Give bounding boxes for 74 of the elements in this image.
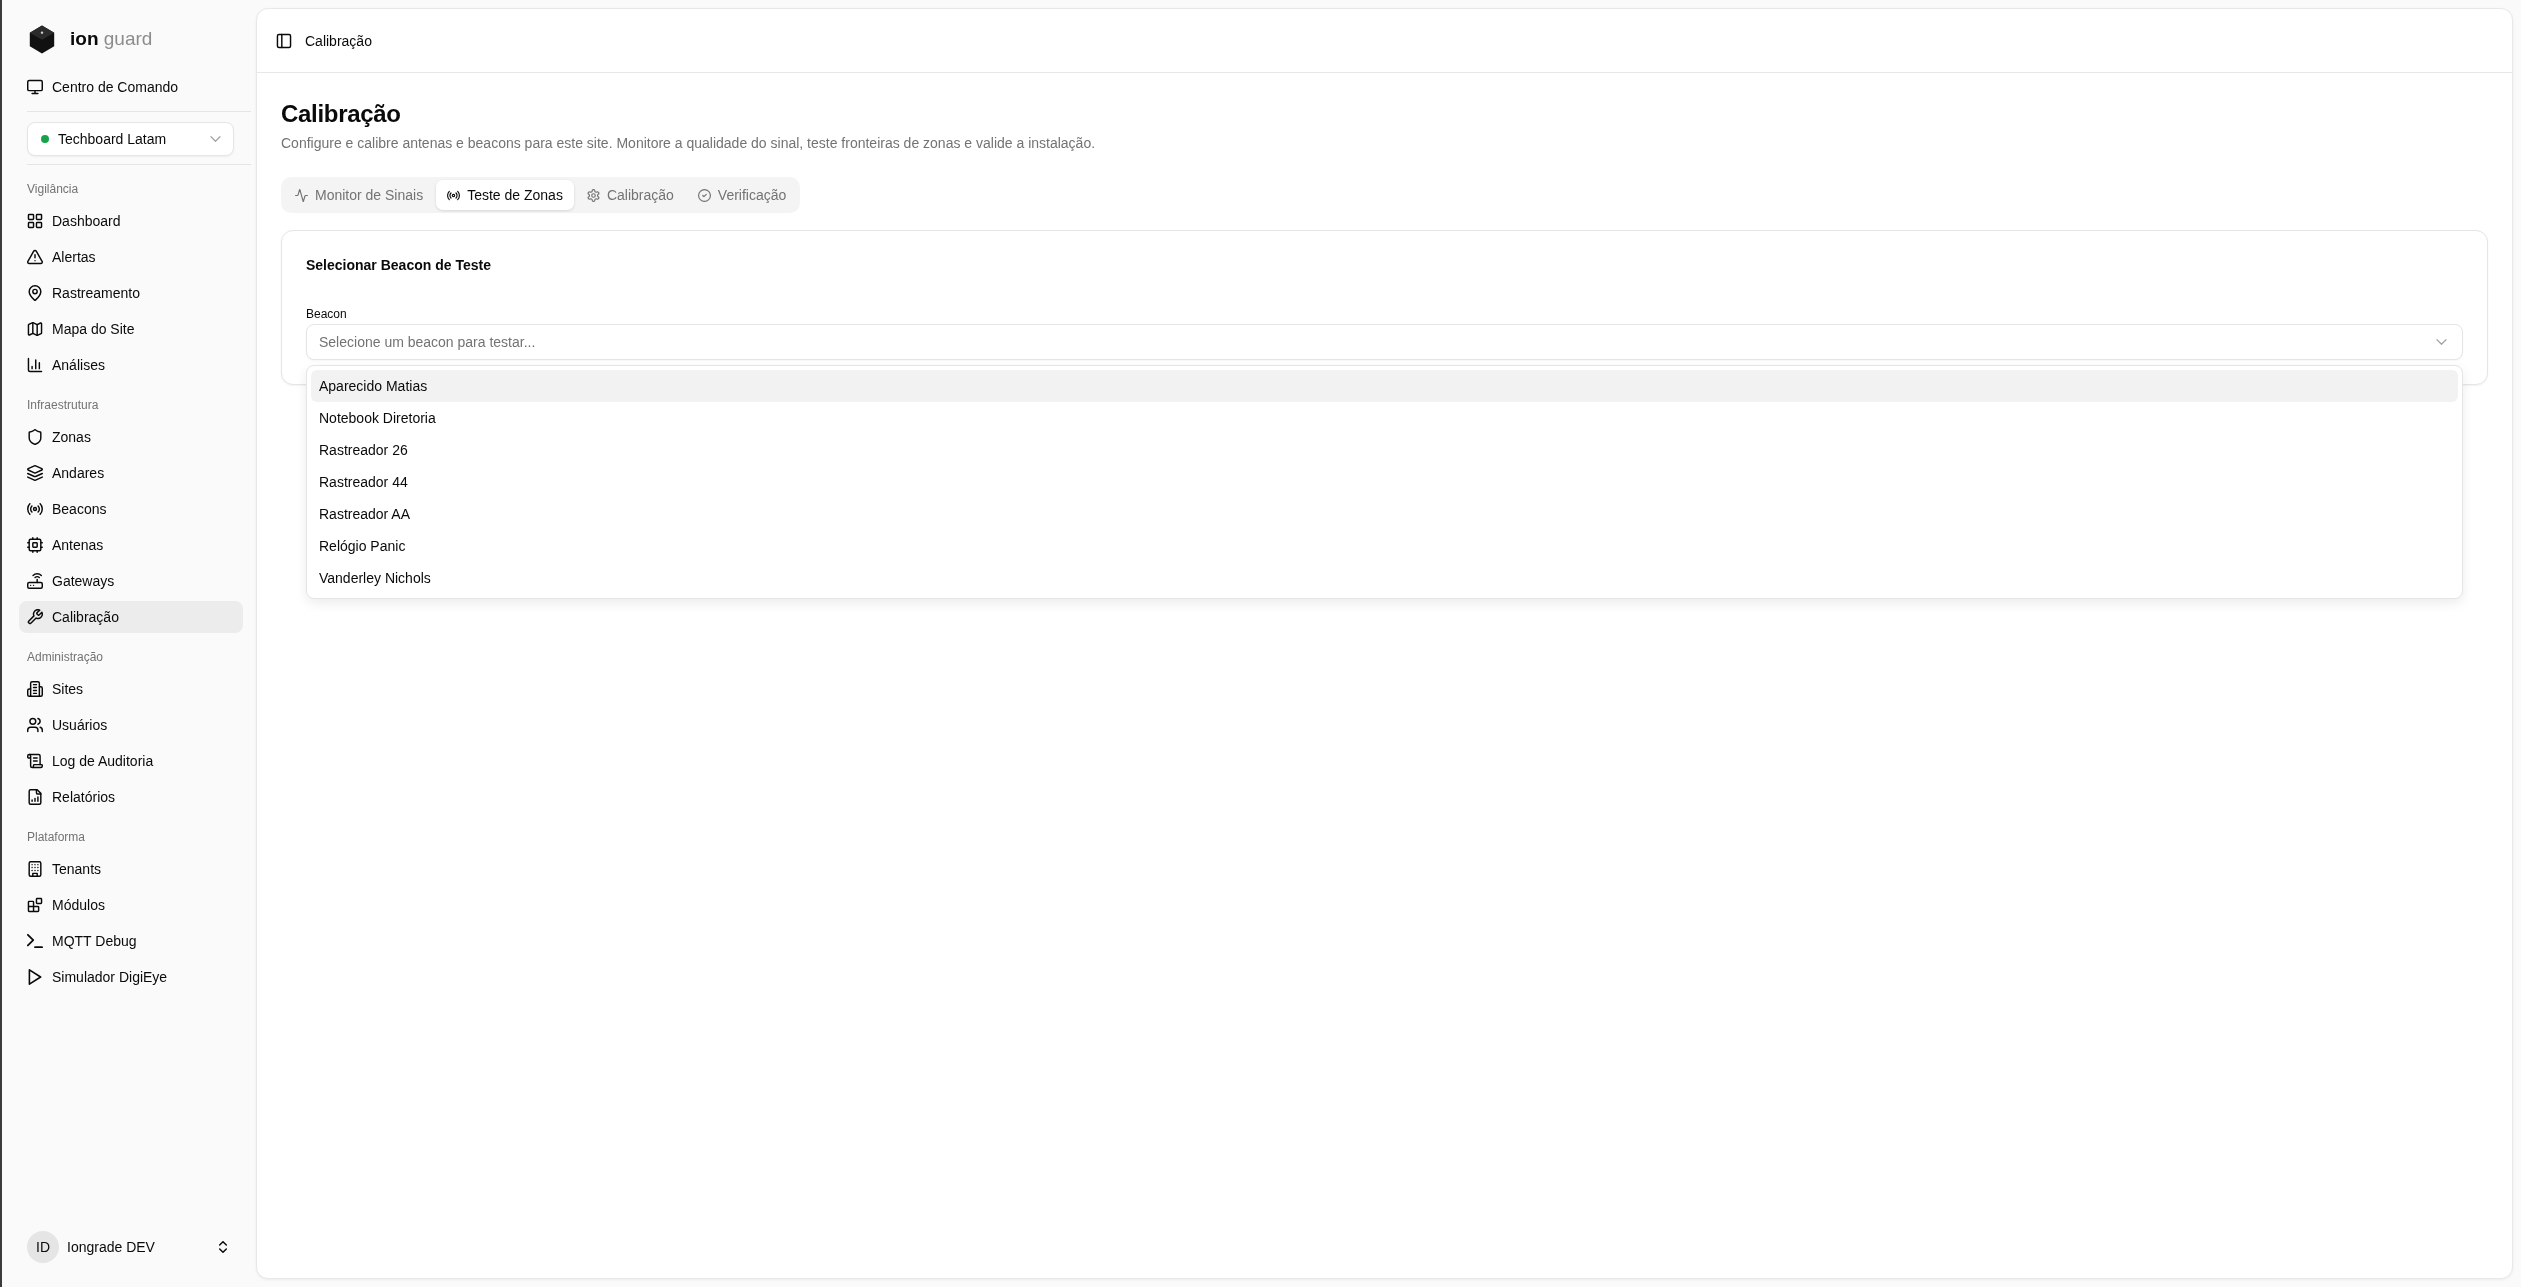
- cube-logo-icon: [28, 24, 56, 54]
- folded-map-icon: [27, 321, 43, 337]
- tab[interactable]: Verificação: [686, 180, 798, 210]
- grid-icon: [27, 213, 43, 229]
- router-icon: [27, 573, 43, 589]
- sidebar-item[interactable]: Simulador DigiEye: [19, 961, 243, 993]
- sidebar-item[interactable]: Análises: [19, 349, 243, 381]
- sidebar-item[interactable]: Usuários: [19, 709, 243, 741]
- sidebar-item[interactable]: Tenants: [19, 853, 243, 885]
- broadcast-icon: [447, 188, 461, 202]
- tab[interactable]: Teste de Zonas: [436, 180, 574, 210]
- chevron-down-icon: [2436, 339, 2447, 345]
- wrench-icon: [27, 609, 43, 625]
- dropdown-option[interactable]: Aparecido Matias: [311, 370, 2458, 402]
- field-label: Beacon: [306, 306, 347, 322]
- tab[interactable]: Monitor de Sinais: [284, 180, 435, 210]
- section-heading: Administração: [27, 649, 104, 666]
- dropdown-option[interactable]: Vanderley Nichols: [311, 562, 2458, 594]
- sidebar-toggle-icon[interactable]: [276, 32, 292, 49]
- sidebar-item[interactable]: Rastreamento: [19, 277, 243, 309]
- sidebar-item[interactable]: Antenas: [19, 529, 243, 561]
- page-title: Calibração: [281, 99, 401, 129]
- check-circle-icon: [697, 188, 711, 202]
- buildings-icon: [27, 681, 43, 697]
- nav-link[interactable]: Centro de Comando: [19, 71, 243, 103]
- section-heading: Infraestrutura: [27, 397, 99, 414]
- dropdown-option[interactable]: Notebook Diretoria: [311, 402, 2458, 434]
- user-name[interactable]: Iongrade DEV: [67, 1239, 155, 1255]
- breadcrumb: Calibração: [305, 32, 372, 49]
- section-heading: Vigilância: [27, 181, 79, 198]
- dropdown-option[interactable]: Relógio Panic: [311, 530, 2458, 562]
- users-icon: [27, 717, 43, 733]
- sidebar-item[interactable]: Andares: [19, 457, 243, 489]
- sidebar-item[interactable]: Sites: [19, 673, 243, 705]
- chip-icon: [27, 537, 43, 553]
- sidebar-item[interactable]: Zonas: [19, 421, 243, 453]
- file-chart-icon: [27, 789, 43, 805]
- chevron-up-down-icon[interactable]: [219, 1241, 227, 1253]
- blocks-icon: [27, 897, 43, 913]
- terminal-prompt-icon: [27, 933, 43, 949]
- beacon-select[interactable]: Selecione um beacon para testar...: [306, 324, 2463, 360]
- site-selector[interactable]: Techboard Latam: [27, 122, 234, 156]
- sidebar-item[interactable]: Beacons: [19, 493, 243, 525]
- sidebar-item[interactable]: Módulos: [19, 889, 243, 921]
- chevron-down-icon: [210, 136, 221, 142]
- dropdown-option[interactable]: Rastreador 44: [311, 466, 2458, 498]
- layers-icon: [27, 465, 43, 481]
- dropdown-option[interactable]: Rastreador AA: [311, 498, 2458, 530]
- building-icon: [27, 861, 43, 877]
- tab[interactable]: Calibração: [575, 180, 685, 210]
- section-heading: Plataforma: [27, 829, 86, 846]
- sidebar-item[interactable]: Gateways: [19, 565, 243, 597]
- dropdown-option[interactable]: Rastreador 26: [311, 434, 2458, 466]
- sidebar-item[interactable]: Log de Auditoria: [19, 745, 243, 777]
- sidebar-item[interactable]: Mapa do Site: [19, 313, 243, 345]
- sidebar-item[interactable]: MQTT Debug: [19, 925, 243, 957]
- card-title: Selecionar Beacon de Teste: [306, 256, 491, 275]
- sidebar-item[interactable]: Relatórios: [19, 781, 243, 813]
- sidebar-item[interactable]: Calibração: [19, 601, 243, 633]
- settings-icon: [586, 188, 600, 202]
- activity-icon: [295, 188, 308, 202]
- user-avatar[interactable]: ID: [27, 1231, 59, 1263]
- bar-chart-icon: [27, 357, 43, 373]
- warning-triangle-icon: [27, 249, 43, 265]
- brand-name: ion guard: [70, 27, 153, 51]
- scroll-icon: [27, 753, 43, 769]
- sidebar-item[interactable]: Alertas: [19, 241, 243, 273]
- map-pin-icon: [27, 285, 43, 301]
- monitor-icon: [27, 79, 43, 95]
- play-icon: [27, 969, 43, 985]
- shield-icon: [27, 429, 43, 445]
- sidebar-item[interactable]: Dashboard: [19, 205, 243, 237]
- page-description: Configure e calibre antenas e beacons para este site. Monitore a qualidade do sinal, teste fronteiras de zonas e valide a instalação.: [281, 134, 1096, 153]
- broadcast-icon: [27, 501, 43, 517]
